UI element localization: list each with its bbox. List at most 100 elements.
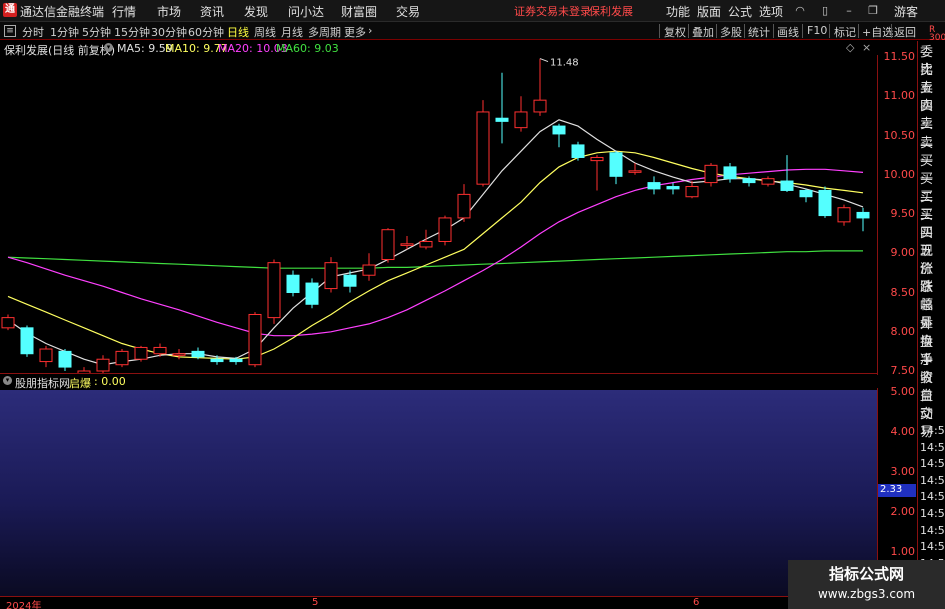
price-tick: 10.50 [883,128,916,142]
menu-layout[interactable]: 版面 [697,3,721,20]
chevron-right-icon[interactable]: › [368,24,372,37]
price-tick: 8.00 [890,324,916,338]
tool-multistock[interactable]: 多股 [720,24,742,40]
candle-body [704,164,718,184]
indicator-tick: 3.00 [890,465,916,478]
candle-body [495,117,509,122]
tool-overlay[interactable]: 叠加 [692,24,714,40]
app-logo: 通 [3,3,17,17]
indicator-tick: 5.00 [890,385,916,398]
candle-body [134,346,148,360]
menu-options[interactable]: 选项 [759,3,783,20]
menu-news[interactable]: 资讯 [200,3,224,20]
title-bar: 通 通达信金融终端 行情 市场 资讯 发现 问小达 财富圈 交易 证券交易未登录… [0,0,945,22]
quote-sidebar: 委比 卖五 卖四 卖三 卖二 卖一 买一 买二 买三 买四 买五 现价 涨跌 涨幅 总量 外盘 换手 净资 收益 自动… [917,41,945,609]
high-price-label: 11.48 [550,58,579,69]
settings-dot-icon[interactable]: ▾ [104,43,113,52]
user-guest[interactable]: 游客 [894,3,918,20]
menu-quotes[interactable]: 行情 [112,3,136,20]
candle-body [552,125,566,135]
phone-icon[interactable]: ▯ [818,4,832,17]
period-tick[interactable]: 分时 [22,24,44,40]
candle-body [248,313,262,366]
candle-body [96,358,110,372]
kline-chart[interactable]: 11.487.33 [0,55,877,373]
period-toolbar: ≡ 分时 1分钟 5分钟 15分钟 30分钟 60分钟 日线 周线 月线 多周期… [0,22,945,40]
divider [773,24,774,38]
candle-body [628,170,642,173]
date-label-year: 2024年 [6,601,42,609]
tool-mark[interactable]: 标记 [834,24,856,40]
trade-time: 14:56 [920,540,945,554]
indicator-menu-icon[interactable]: ▾ [3,376,12,385]
price-tick: 10.00 [883,167,916,181]
candle-body [837,207,851,223]
candle-body [343,274,357,287]
menu-formula[interactable]: 公式 [728,3,752,20]
period-monthly[interactable]: 月线 [281,24,303,40]
candle-body [172,353,186,356]
period-multi[interactable]: 多周期 [308,24,341,40]
candle-body [58,350,72,368]
period-weekly[interactable]: 周线 [254,24,276,40]
period-15min[interactable]: 15分钟 [114,24,150,40]
period-60min[interactable]: 60分钟 [188,24,224,40]
candle-body [381,229,395,261]
period-30min[interactable]: 30分钟 [151,24,187,40]
candle-body [742,178,756,184]
menu-market[interactable]: 市场 [157,3,181,20]
divider [829,24,830,38]
menu-assistant[interactable]: 问小达 [288,3,324,20]
candle-body [818,189,832,217]
candle-body [799,189,813,198]
trade-time: 14:56 [920,523,945,537]
tool-f10[interactable]: F10 [807,24,827,37]
tool-stats[interactable]: 统计 [748,24,770,40]
tool-adjust[interactable]: 复权 [664,24,686,40]
layout-toggle-icon[interactable]: ≡ [4,25,16,37]
price-tick: 11.50 [883,50,916,63]
candle-body [438,217,452,242]
price-tick: 8.50 [890,285,916,299]
tool-draw[interactable]: 画线 [777,24,799,40]
close-icon[interactable]: × [862,41,871,54]
headset-icon[interactable]: ◠ [793,4,807,17]
candle-body [723,166,737,180]
price-tick: 7.50 [890,364,916,377]
menu-trade[interactable]: 交易 [396,3,420,20]
period-5min[interactable]: 5分钟 [82,24,111,40]
trade-login-status[interactable]: 证券交易未登录 [514,3,591,19]
divider [891,24,892,38]
candle-body [666,186,680,190]
price-axis: 11.50 11.00 10.50 10.00 9.50 9.00 8.50 8.00 7.50 [877,50,917,377]
period-more[interactable]: 更多 [344,24,366,40]
candle-body [590,156,604,162]
settings-icon[interactable]: ◇ [846,41,854,54]
candle-body [305,282,319,305]
tool-back[interactable]: 返回 [894,24,916,40]
ma20-line [7,168,864,337]
indicator-name[interactable]: 股朋指标网 [15,375,70,391]
divider [688,24,689,38]
candle-body [191,350,205,358]
candle-body [571,144,585,158]
high-price-label-pointer [539,58,549,63]
period-1min[interactable]: 1分钟 [50,24,79,40]
price-tick: 9.00 [890,246,916,260]
menu-wealth[interactable]: 财富圈 [341,3,377,20]
ma5-line [7,119,864,366]
divider [744,24,745,38]
indicator-panel[interactable] [0,390,877,596]
period-daily[interactable]: 日线 [227,24,249,40]
menu-function[interactable]: 功能 [666,3,690,20]
candle-body [229,358,243,363]
tool-add-favorite[interactable]: +自选 [862,24,893,40]
minimize-icon[interactable]: – [842,4,856,17]
ma10-line [7,150,864,360]
candle-body [286,274,300,293]
menu-discover[interactable]: 发现 [244,3,268,20]
trade-time: 14:56 [920,424,945,437]
candle-body [856,211,870,219]
candle-body [647,182,661,190]
restore-icon[interactable]: ❐ [866,4,880,17]
